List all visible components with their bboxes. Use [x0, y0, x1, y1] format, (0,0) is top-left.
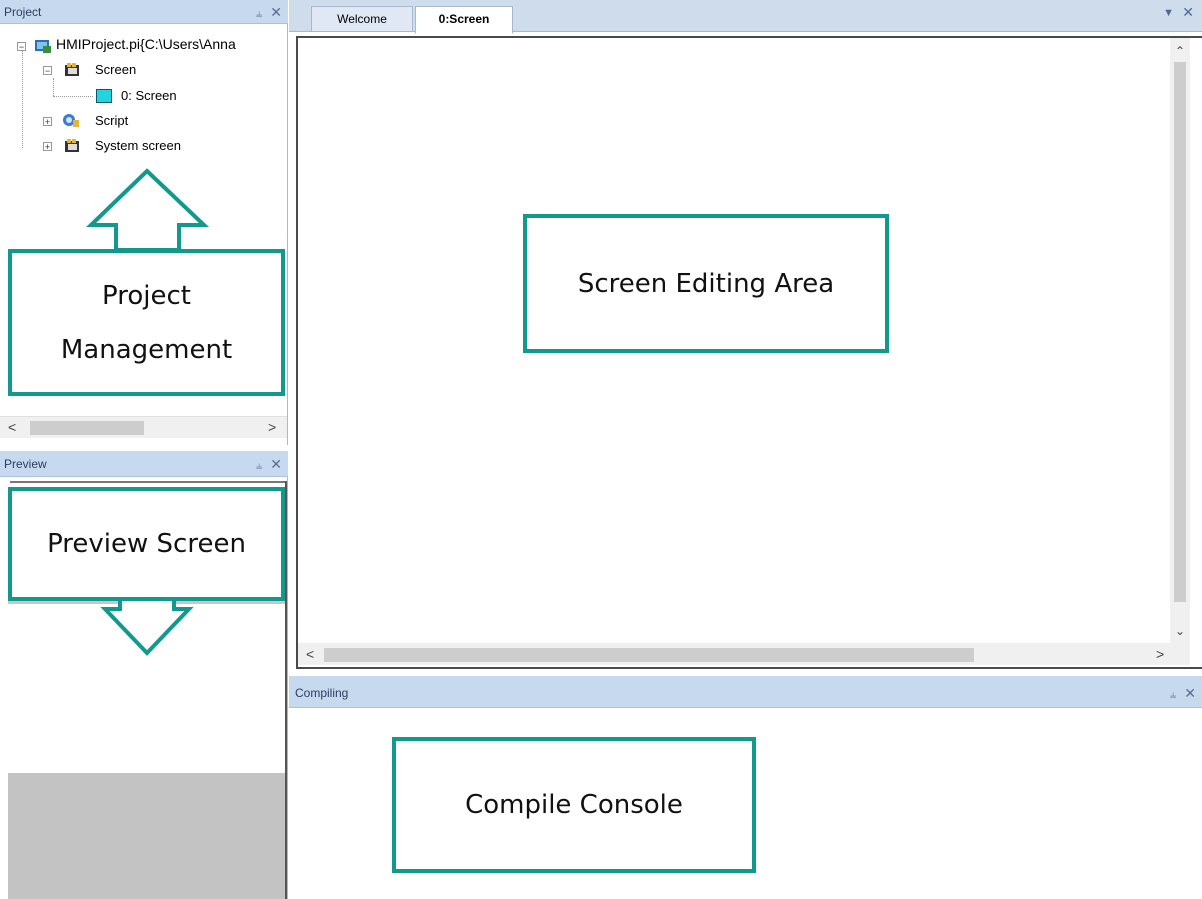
- tree-item-root-label: HMIProject.pi{C:\Users\Anna: [56, 36, 236, 52]
- editor-tab-strip: Welcome 0:Screen ▼ ✕: [289, 0, 1202, 34]
- project-panel-title-bar: Project ⫨✕: [0, 0, 288, 24]
- project-panel: Project ⫨✕ − HMIProject.pi{C:\Users\Anna…: [0, 0, 288, 445]
- compile-console-label-box: Compile Console: [392, 737, 756, 873]
- editor-horizontal-scrollbar[interactable]: < >: [298, 643, 1190, 665]
- close-icon[interactable]: ✕: [270, 456, 282, 472]
- screen-editing-area[interactable]: ⌃ ⌄ < > Screen Editing Area: [296, 36, 1202, 669]
- compile-console-label: Compile Console: [465, 790, 683, 820]
- close-icon: ✕: [1182, 4, 1194, 20]
- scroll-left-button[interactable]: <: [306, 646, 314, 662]
- project-management-line2: Management: [60, 334, 233, 365]
- preview-screen-label: Preview Screen: [47, 529, 246, 559]
- project-horizontal-scrollbar[interactable]: < >: [0, 416, 287, 438]
- project-management-label-box: Project Management: [8, 249, 285, 396]
- screen-editing-area-label-box: Screen Editing Area: [523, 214, 889, 353]
- tab-welcome-label: Welcome: [337, 12, 387, 26]
- expand-icon[interactable]: +: [43, 142, 52, 152]
- chevron-down-icon: ▼: [1163, 7, 1174, 19]
- tree-item-screen-0-label: 0: Screen: [121, 88, 177, 103]
- project-panel-title: Project: [4, 5, 42, 19]
- scrollbar-thumb[interactable]: [1174, 62, 1186, 602]
- compiling-panel-title-bar: Compiling ⫨✕: [289, 676, 1202, 708]
- screen-folder-icon: [65, 63, 79, 76]
- script-icon: [63, 114, 79, 127]
- project-management-line1: Project: [102, 280, 191, 311]
- scroll-down-button[interactable]: ⌄: [1175, 624, 1185, 638]
- tree-item-system-screen-label: System screen: [95, 138, 181, 153]
- tree-item-screen-label: Screen: [95, 62, 137, 77]
- system-screen-folder-icon: [65, 139, 79, 152]
- scrollbar-thumb[interactable]: [30, 421, 144, 435]
- tab-screen-0[interactable]: 0:Screen: [415, 6, 513, 34]
- preview-panel-title: Preview: [4, 457, 47, 471]
- pin-icon[interactable]: ⫨: [256, 460, 270, 472]
- preview-panel-title-bar: Preview ⫨✕: [0, 451, 288, 477]
- preview-panel: Preview ⫨✕ Preview Screen: [0, 451, 288, 899]
- close-icon[interactable]: ✕: [270, 4, 282, 20]
- close-tab-button[interactable]: ✕: [1182, 4, 1194, 21]
- screen-icon: [96, 89, 112, 103]
- collapse-icon[interactable]: −: [43, 66, 52, 76]
- scroll-right-button[interactable]: >: [1156, 646, 1164, 662]
- scroll-right-button[interactable]: >: [268, 419, 276, 435]
- scrollbar-thumb[interactable]: [324, 648, 974, 662]
- editor-vertical-scrollbar[interactable]: ⌃ ⌄: [1170, 38, 1190, 643]
- collapse-icon[interactable]: −: [17, 42, 26, 52]
- project-icon: [35, 40, 51, 53]
- preview-screen-label-box: Preview Screen: [8, 487, 285, 601]
- close-icon[interactable]: ✕: [1184, 685, 1196, 701]
- down-arrow-annotation: [100, 597, 194, 656]
- up-arrow-annotation: [86, 168, 210, 252]
- expand-icon[interactable]: +: [43, 117, 52, 127]
- tree-item-script-label: Script: [95, 113, 129, 128]
- preview-right-edge: [285, 481, 287, 899]
- tab-screen-0-label: 0:Screen: [438, 12, 490, 26]
- screen-editing-area-label: Screen Editing Area: [577, 268, 835, 299]
- compiling-panel: Compiling ⫨✕ Compile Console: [289, 676, 1202, 899]
- pin-icon[interactable]: ⫨: [1170, 689, 1184, 701]
- tab-list-dropdown[interactable]: ▼: [1163, 7, 1174, 19]
- scroll-left-button[interactable]: <: [8, 419, 16, 435]
- preview-top-border: [10, 481, 286, 483]
- scroll-up-button[interactable]: ⌃: [1175, 44, 1185, 58]
- tab-welcome[interactable]: Welcome: [311, 6, 413, 31]
- compiling-panel-title: Compiling: [295, 686, 349, 700]
- preview-canvas-gray: [8, 773, 286, 899]
- pin-icon[interactable]: ⫨: [256, 8, 270, 20]
